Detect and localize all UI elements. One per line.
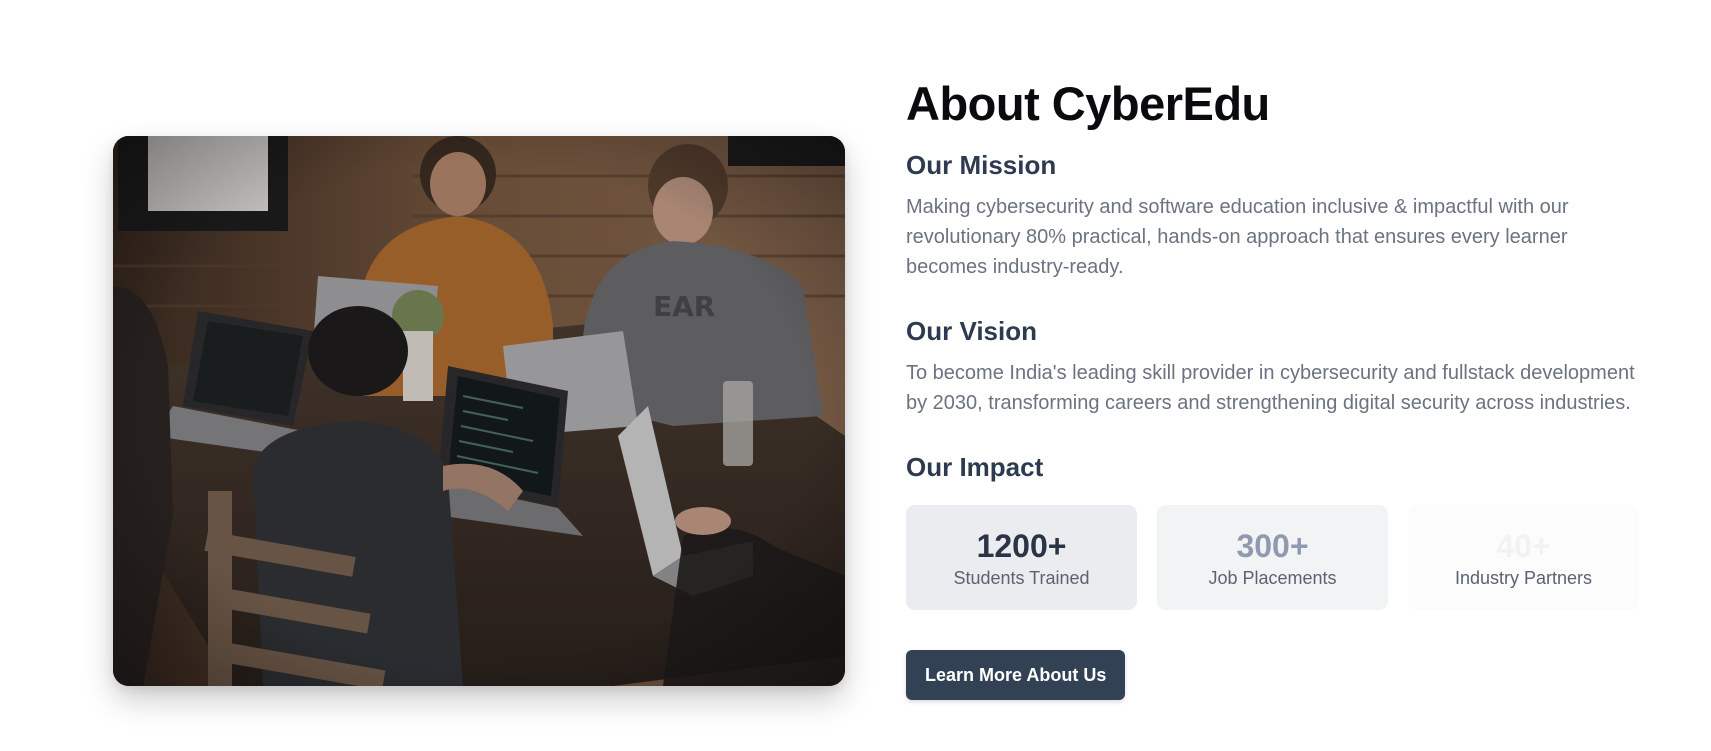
stat-label: Industry Partners — [1454, 567, 1593, 588]
page-title: About CyberEdu — [906, 77, 1270, 130]
stat-label: Students Trained — [953, 567, 1090, 588]
vision-block: Our Vision To become India's leading ski… — [906, 315, 1646, 418]
mission-text: Making cybersecurity and software educat… — [906, 196, 1569, 278]
stat-label: Job Placements — [1208, 567, 1337, 588]
team-photo: EAR — [113, 136, 845, 686]
vision-text: To become India's leading skill provider… — [906, 362, 1635, 414]
impact-stats: 1200+ Students Trained 300+ Job Placemen… — [906, 505, 1646, 610]
vision-heading: Our Vision — [906, 316, 1037, 346]
mission-heading: Our Mission — [906, 150, 1057, 180]
mission-block: Our Mission Making cybersecurity and sof… — [906, 149, 1646, 282]
stat-value: 1200+ — [976, 527, 1067, 564]
stat-card-students: 1200+ Students Trained — [906, 505, 1137, 610]
team-working-illustration: EAR — [113, 136, 845, 686]
stat-card-partners: 40+ Industry Partners — [1408, 505, 1639, 610]
stat-value: 300+ — [1236, 527, 1309, 564]
about-content: About CyberEdu Our Mission Making cybers… — [906, 76, 1646, 700]
impact-block: Our Impact 1200+ Students Trained 300+ J… — [906, 451, 1646, 610]
learn-more-button[interactable]: Learn More About Us — [906, 650, 1126, 700]
impact-heading: Our Impact — [906, 452, 1044, 482]
about-section: EAR — [0, 0, 1711, 751]
stat-value: 40+ — [1496, 527, 1551, 564]
stat-card-placements: 300+ Job Placements — [1157, 505, 1388, 610]
